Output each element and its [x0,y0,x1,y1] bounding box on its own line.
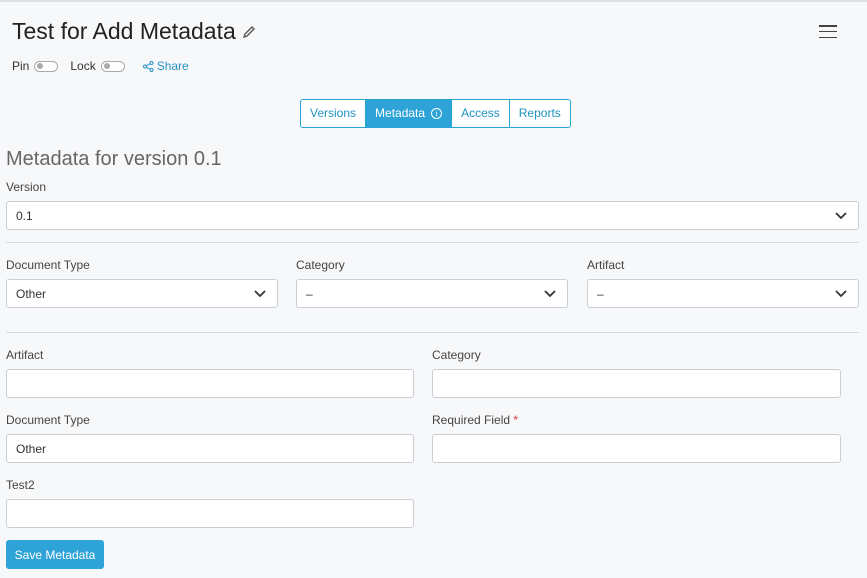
tab-access-label: Access [461,106,500,120]
tab-access[interactable]: Access [452,100,510,127]
version-select[interactable]: 0.1 [6,201,859,230]
chevron-down-icon [254,290,266,298]
filter-category-select[interactable]: – [296,279,568,308]
save-metadata-button[interactable]: Save Metadata [6,540,104,569]
required-field-input[interactable] [432,434,841,463]
tab-bar: Versions Metadata i Access Reports [300,99,571,128]
category-label: Category [432,348,481,362]
share-label: Share [156,59,189,73]
filter-document-type-select[interactable]: Other [6,279,278,308]
lock-label: Lock [70,59,96,73]
document-type-label: Document Type [6,413,90,427]
filter-document-type-value: Other [16,286,47,301]
test2-label: Test2 [6,478,35,492]
divider [6,332,859,333]
version-value: 0.1 [16,208,33,223]
category-input[interactable] [432,369,841,398]
filter-artifact-value: – [597,286,604,301]
pin-label: Pin [12,59,30,73]
tab-metadata[interactable]: Metadata i [366,100,453,127]
tab-reports[interactable]: Reports [510,100,570,127]
document-type-input[interactable]: Other [6,434,414,463]
chevron-down-icon [544,290,556,298]
lock-toggle[interactable] [100,60,125,72]
menu-icon[interactable] [819,25,837,41]
tab-reports-label: Reports [518,106,561,120]
required-field-label: Required Field * [432,413,518,427]
artifact-input[interactable] [6,369,414,398]
filter-category-value: – [306,286,313,301]
filter-document-type-label: Document Type [6,258,90,272]
chevron-down-icon [835,290,847,298]
artifact-label: Artifact [6,348,44,362]
pencil-icon[interactable] [242,25,256,39]
share-icon [142,60,154,72]
required-field-label-text: Required Field [432,413,511,427]
required-marker: * [513,413,519,427]
tab-metadata-label: Metadata [375,106,426,120]
info-icon: i [431,108,443,119]
filter-artifact-label: Artifact [587,258,625,272]
tab-versions[interactable]: Versions [301,100,367,127]
version-label: Version [6,180,47,194]
top-border [0,0,867,2]
page-title: Test for Add Metadata [12,18,256,45]
header-controls: Pin Lock Share [12,59,189,73]
test2-input[interactable] [6,499,414,528]
page-title-text: Test for Add Metadata [12,18,236,44]
filter-artifact-select[interactable]: – [587,279,859,308]
share-link[interactable]: Share [142,59,189,73]
pin-toggle[interactable] [34,60,59,72]
divider [6,242,859,243]
section-title: Metadata for version 0.1 [6,148,222,170]
filter-category-label: Category [296,258,345,272]
chevron-down-icon [835,212,847,220]
tab-versions-label: Versions [310,106,357,120]
